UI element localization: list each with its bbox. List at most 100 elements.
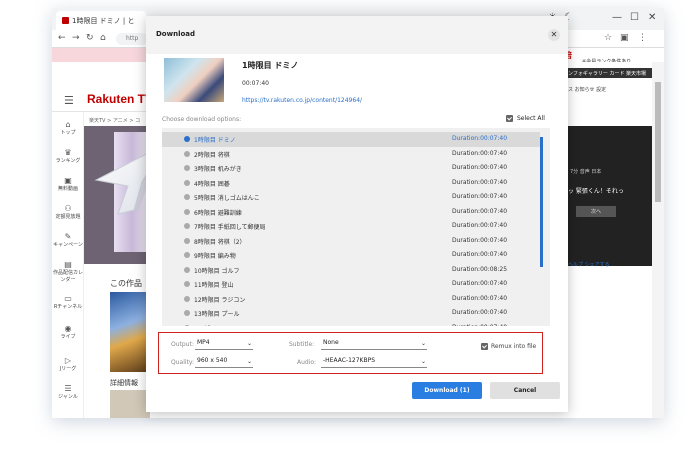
- home-icon[interactable]: ⌂: [100, 33, 106, 43]
- rakuten-favicon-icon: [62, 17, 69, 24]
- menu-icon[interactable]: ⋮: [638, 33, 647, 43]
- radio-icon[interactable]: [184, 295, 190, 302]
- episode-row[interactable]: 6時限目 避難訓練 Duration:00:07:40: [162, 205, 540, 220]
- sidebar-item-jleague[interactable]: ▷ Jリーグ: [52, 356, 84, 372]
- page-scrollbar[interactable]: [652, 62, 664, 418]
- chevron-down-icon: ⌄: [420, 358, 426, 365]
- episode-row[interactable]: 12時限目 ラジコン Duration:00:07:40: [162, 292, 540, 307]
- rakuten-tv-logo[interactable]: Rakuten TV: [87, 92, 153, 106]
- radio-icon[interactable]: [184, 136, 190, 142]
- quality-select[interactable]: 960 x 540 ⌄: [195, 357, 253, 368]
- sidebar-item-subscription[interactable]: ⚇ 定額見放題: [52, 204, 84, 220]
- breadcrumb[interactable]: 楽天TV > アニメ > コ: [89, 117, 140, 124]
- radio-icon[interactable]: [184, 208, 190, 215]
- header-icons[interactable]: ス お知らせ 設定: [568, 86, 606, 93]
- chevron-down-icon: ⌄: [420, 340, 426, 347]
- episode-row[interactable]: 14時限目 Duration:00:07:40: [162, 321, 540, 327]
- episode-row[interactable]: 2時限目 将棋 Duration:00:07:40: [162, 147, 540, 162]
- sidebar-item-label: トップ: [60, 130, 76, 136]
- episode-row[interactable]: 13時限目 プール Duration:00:07:40: [162, 306, 540, 321]
- close-window-icon[interactable]: ✕: [648, 12, 656, 23]
- download-dialog: Download ✕ 1時限目 ドミノ 00:07:40 https://tv.…: [146, 16, 568, 412]
- episode-list[interactable]: 1時限目 ドミノ Duration:00:07:40 2時限目 将棋 Duration…: [162, 128, 550, 326]
- reload-icon[interactable]: ↻: [86, 33, 94, 43]
- output-label: Output:: [171, 341, 194, 348]
- episode-row[interactable]: 1時限目 ドミノ Duration:00:07:40: [162, 132, 540, 147]
- checkbox-icon: [506, 115, 513, 122]
- top-menu[interactable]: ンフォギャラリー カード 楽天市場: [564, 68, 660, 78]
- episode-row[interactable]: 3時限目 机みがき Duration:00:07:40: [162, 161, 540, 176]
- episode-row[interactable]: 5時限目 消しゴムはんこ Duration:00:07:40: [162, 190, 540, 205]
- output-value: MP4: [197, 339, 210, 346]
- episode-duration: Duration:00:07:40: [452, 164, 508, 171]
- radio-icon[interactable]: [184, 223, 190, 229]
- sidebar-item-top[interactable]: ⌂ トップ: [52, 120, 84, 136]
- cancel-button[interactable]: Cancel: [490, 382, 560, 399]
- audio-select[interactable]: -HEAAC-127KBPS ⌄: [321, 357, 427, 368]
- radio-icon[interactable]: [184, 310, 190, 316]
- sidebar-item-live[interactable]: ◉ ライブ: [52, 324, 84, 340]
- anime-thumbnail-2[interactable]: [110, 390, 150, 418]
- subtitle-select[interactable]: None ⌄: [321, 339, 427, 350]
- radio-icon[interactable]: [184, 266, 190, 273]
- player-area: [564, 126, 660, 266]
- sidebar-item-campaign[interactable]: ✎ キャンペーン: [52, 232, 84, 248]
- sidebar-item-channel[interactable]: ▭ Rチャンネル: [52, 294, 84, 310]
- sidebar-item-free[interactable]: ▣ 無料動画: [52, 176, 84, 192]
- help-share-links[interactable]: ヘルプ シェアする: [568, 261, 610, 268]
- section-title: この作品: [110, 279, 142, 288]
- episode-row[interactable]: 4時限目 囲碁 Duration:00:07:40: [162, 176, 540, 191]
- sidebar-item-genre[interactable]: ☰ ジャンル: [52, 384, 84, 400]
- minimize-icon[interactable]: —: [612, 12, 622, 23]
- download-button[interactable]: Download (1): [412, 382, 482, 399]
- back-icon[interactable]: ←: [58, 33, 66, 43]
- scrollbar-thumb[interactable]: [655, 82, 661, 202]
- select-all-checkbox[interactable]: Select All: [506, 115, 545, 122]
- quality-value: 960 x 540: [197, 357, 228, 364]
- sidebar-item-label: 定額見放題: [55, 214, 81, 220]
- episode-row[interactable]: 8時限目 将棋（2） Duration:00:07:40: [162, 234, 540, 249]
- episode-row[interactable]: 7時限目 手紙回して郵便局 Duration:00:07:40: [162, 219, 540, 234]
- episode-duration: Duration:00:07:40: [452, 135, 508, 142]
- radio-icon[interactable]: [184, 281, 190, 287]
- browser-tab[interactable]: 1時限目 ドミノ | と: [56, 11, 146, 30]
- radio-icon[interactable]: [184, 324, 190, 326]
- home-icon: ⌂: [65, 120, 71, 129]
- episode-duration: Duration:00:07:40: [452, 324, 507, 327]
- remux-checkbox[interactable]: Remux into file: [481, 343, 536, 350]
- radio-icon[interactable]: [184, 237, 190, 244]
- radio-icon[interactable]: [184, 194, 190, 200]
- anime-thumbnail[interactable]: [110, 292, 150, 372]
- episode-duration: Duration:00:07:40: [452, 222, 508, 229]
- episode-row[interactable]: 11時限目 登山 Duration:00:07:40: [162, 277, 540, 292]
- next-button[interactable]: 次へ: [576, 206, 616, 217]
- episode-title: 10時限目 ゴルフ: [194, 267, 240, 275]
- pencil-icon: ✎: [64, 232, 72, 241]
- close-icon[interactable]: ✕: [548, 29, 560, 41]
- maximize-icon[interactable]: ☐: [630, 12, 639, 23]
- bookmark-icon[interactable]: ☆: [604, 33, 612, 43]
- details-title: 詳細情報: [110, 379, 138, 387]
- list-icon: ☰: [64, 384, 72, 393]
- choose-options-label: Choose download options:: [162, 116, 242, 123]
- list-scrollbar[interactable]: [540, 137, 543, 267]
- radio-icon[interactable]: [184, 165, 190, 171]
- forward-icon[interactable]: →: [72, 33, 80, 43]
- sidebar-item-label: Rチャンネル: [53, 304, 83, 310]
- episode-row[interactable]: 9時限目 編み物 Duration:00:07:40: [162, 248, 540, 263]
- output-select[interactable]: MP4 ⌄: [195, 339, 253, 350]
- radio-icon[interactable]: [184, 252, 190, 258]
- video-url[interactable]: https://tv.rakuten.co.jp/content/124964/: [242, 97, 362, 104]
- radio-icon[interactable]: [184, 150, 190, 157]
- episode-duration: Duration:00:07:40: [452, 309, 508, 316]
- radio-icon[interactable]: [184, 179, 190, 186]
- hamburger-icon[interactable]: ☰: [64, 94, 74, 107]
- lock-icon[interactable]: ▣: [620, 33, 629, 43]
- video-thumbnail: [164, 58, 224, 102]
- subtitle-label: Subtitle:: [289, 341, 315, 348]
- sidebar-item-calendar[interactable]: ▤ 作品配信カレンダー: [52, 260, 84, 283]
- sidebar-item-ranking[interactable]: ♛ ランキング: [52, 148, 84, 164]
- episode-row[interactable]: 10時限目 ゴルフ Duration:00:08:25: [162, 263, 540, 278]
- episode-title: 4時限目 囲碁: [194, 180, 230, 188]
- url-field[interactable]: http: [116, 33, 148, 45]
